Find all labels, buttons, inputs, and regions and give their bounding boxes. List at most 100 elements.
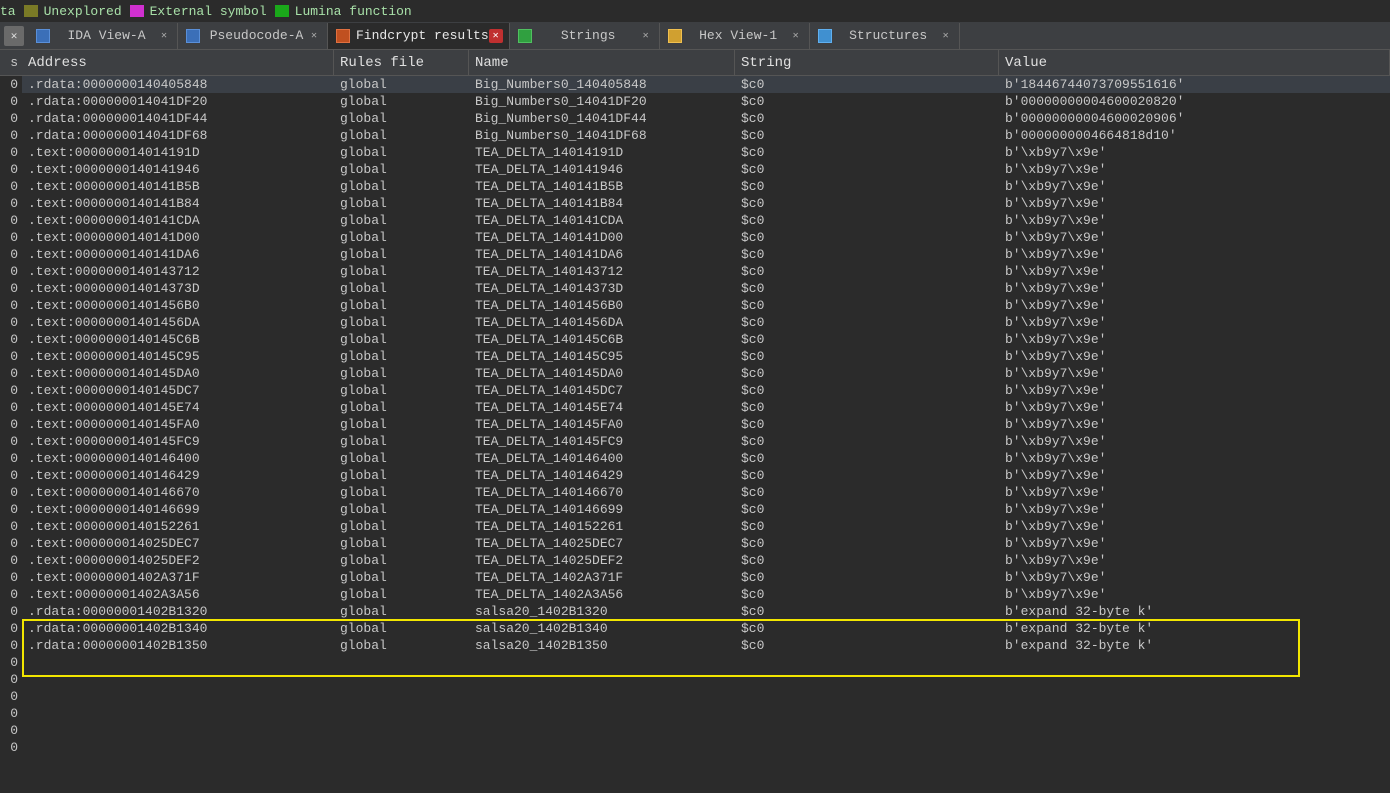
table-row[interactable]: .text:000000014025DEF2globalTEA_DELTA_14…: [22, 552, 1390, 569]
table-row[interactable]: .text:0000000140146429globalTEA_DELTA_14…: [22, 467, 1390, 484]
gutter-cell: 0: [0, 382, 22, 399]
table-row[interactable]: .text:0000000140143712globalTEA_DELTA_14…: [22, 263, 1390, 280]
table-row[interactable]: .text:0000000140145E74globalTEA_DELTA_14…: [22, 399, 1390, 416]
cell-name: TEA_DELTA_14014373D: [469, 280, 735, 297]
tab-close-button[interactable]: ✕: [307, 29, 321, 43]
cell-rules: global: [334, 535, 469, 552]
cell-rules: global: [334, 552, 469, 569]
cell-rules: global: [334, 586, 469, 603]
cell-name: TEA_DELTA_14025DEC7: [469, 535, 735, 552]
tab-ida-view-a[interactable]: IDA View-A✕: [28, 23, 178, 49]
table-row[interactable]: .text:00000001402A3A56globalTEA_DELTA_14…: [22, 586, 1390, 603]
table-row[interactable]: .text:0000000140141CDAglobalTEA_DELTA_14…: [22, 212, 1390, 229]
table-row[interactable]: .rdata:000000014041DF20globalBig_Numbers…: [22, 93, 1390, 110]
column-header-string[interactable]: String: [735, 50, 999, 75]
table-row[interactable]: .text:0000000140141D00globalTEA_DELTA_14…: [22, 229, 1390, 246]
tab-close-button[interactable]: ✕: [789, 29, 803, 43]
table-row[interactable]: .text:0000000140152261globalTEA_DELTA_14…: [22, 518, 1390, 535]
table-row[interactable]: .text:000000014025DEC7globalTEA_DELTA_14…: [22, 535, 1390, 552]
table-row[interactable]: .text:0000000140146699globalTEA_DELTA_14…: [22, 501, 1390, 518]
tab-pseudocode-a[interactable]: Pseudocode-A✕: [178, 23, 328, 49]
legend-item: External symbol: [130, 4, 267, 19]
cell-value: b'\xb9y7\x9e': [999, 467, 1390, 484]
cell-address: .rdata:00000001402B1350: [22, 637, 334, 654]
table-row[interactable]: .text:0000000140145FA0globalTEA_DELTA_14…: [22, 416, 1390, 433]
cell-rules: global: [334, 433, 469, 450]
table-row[interactable]: .rdata:00000001402B1320globalsalsa20_140…: [22, 603, 1390, 620]
cell-value: b'\xb9y7\x9e': [999, 144, 1390, 161]
column-header-value[interactable]: Value: [999, 50, 1390, 75]
cell-address: .text:0000000140141B84: [22, 195, 334, 212]
table-row[interactable]: .text:0000000140146670globalTEA_DELTA_14…: [22, 484, 1390, 501]
table-row[interactable]: .rdata:0000000140405848globalBig_Numbers…: [22, 76, 1390, 93]
gutter-cell: 0: [0, 450, 22, 467]
gutter-cell: 0: [0, 348, 22, 365]
tab-close-button[interactable]: ✕: [157, 29, 171, 43]
table-row[interactable]: .rdata:000000014041DF44globalBig_Numbers…: [22, 110, 1390, 127]
gutter-cell: 0: [0, 144, 22, 161]
tab-structures[interactable]: Structures✕: [810, 23, 960, 49]
cell-value: b'expand 32-byte k': [999, 620, 1390, 637]
legend-label: Lumina function: [295, 4, 412, 19]
tab-close-button[interactable]: ✕: [489, 29, 503, 43]
table-row[interactable]: .text:0000000140145C95globalTEA_DELTA_14…: [22, 348, 1390, 365]
table-row[interactable]: .text:0000000140146400globalTEA_DELTA_14…: [22, 450, 1390, 467]
tab-close-button[interactable]: ✕: [639, 29, 653, 43]
cell-name: TEA_DELTA_1402A3A56: [469, 586, 735, 603]
tab-strings[interactable]: Strings✕: [510, 23, 660, 49]
table-row[interactable]: .text:0000000140145FC9globalTEA_DELTA_14…: [22, 433, 1390, 450]
table-row[interactable]: .text:000000014014373DglobalTEA_DELTA_14…: [22, 280, 1390, 297]
cell-rules: global: [334, 178, 469, 195]
cell-address: .text:000000014014191D: [22, 144, 334, 161]
tab-label: Pseudocode-A: [206, 28, 307, 43]
table-row[interactable]: .rdata:00000001402B1340globalsalsa20_140…: [22, 620, 1390, 637]
column-header-name[interactable]: Name: [469, 50, 735, 75]
cell-address: .text:0000000140152261: [22, 518, 334, 535]
legend-label: External symbol: [150, 4, 267, 19]
table-row[interactable]: .text:0000000140141B5BglobalTEA_DELTA_14…: [22, 178, 1390, 195]
cell-address: .text:0000000140146670: [22, 484, 334, 501]
table-row[interactable]: .text:00000001401456DAglobalTEA_DELTA_14…: [22, 314, 1390, 331]
cell-name: Big_Numbers0_14041DF44: [469, 110, 735, 127]
cell-value: b'\xb9y7\x9e': [999, 195, 1390, 212]
table-row[interactable]: .text:00000001402A371FglobalTEA_DELTA_14…: [22, 569, 1390, 586]
gutter-cell: 0: [0, 637, 22, 654]
tab-findcrypt-results[interactable]: Findcrypt results✕: [328, 23, 510, 49]
table-row[interactable]: .text:0000000140145C6BglobalTEA_DELTA_14…: [22, 331, 1390, 348]
cell-value: b'\xb9y7\x9e': [999, 331, 1390, 348]
gutter-cell: 0: [0, 110, 22, 127]
table-row[interactable]: .text:0000000140141B84globalTEA_DELTA_14…: [22, 195, 1390, 212]
table-row[interactable]: .text:0000000140145DA0globalTEA_DELTA_14…: [22, 365, 1390, 382]
find-icon: [336, 29, 350, 43]
cell-rules: global: [334, 161, 469, 178]
cell-name: TEA_DELTA_140145FA0: [469, 416, 735, 433]
cell-string: $c0: [735, 399, 999, 416]
cell-string: $c0: [735, 127, 999, 144]
table-row[interactable]: .rdata:00000001402B1350globalsalsa20_140…: [22, 637, 1390, 654]
tab-close-button[interactable]: ✕: [939, 29, 953, 43]
panel-close-button[interactable]: ✕: [4, 26, 24, 46]
gutter-cell: 0: [0, 416, 22, 433]
cell-rules: global: [334, 195, 469, 212]
cell-rules: global: [334, 297, 469, 314]
cell-address: .text:00000001402A371F: [22, 569, 334, 586]
cell-name: TEA_DELTA_140145C95: [469, 348, 735, 365]
gutter-cell: 0: [0, 212, 22, 229]
table-row[interactable]: .text:000000014014191DglobalTEA_DELTA_14…: [22, 144, 1390, 161]
table-row[interactable]: .text:0000000140141DA6globalTEA_DELTA_14…: [22, 246, 1390, 263]
cell-address: .text:0000000140141946: [22, 161, 334, 178]
column-header-address[interactable]: Address: [22, 50, 334, 75]
table-row[interactable]: .text:00000001401456B0globalTEA_DELTA_14…: [22, 297, 1390, 314]
cell-name: Big_Numbers0_14041DF20: [469, 93, 735, 110]
table-row[interactable]: .text:0000000140145DC7globalTEA_DELTA_14…: [22, 382, 1390, 399]
cell-name: TEA_DELTA_140141B84: [469, 195, 735, 212]
cell-name: TEA_DELTA_1402A371F: [469, 569, 735, 586]
table-row[interactable]: .text:0000000140141946globalTEA_DELTA_14…: [22, 161, 1390, 178]
cell-address: .text:0000000140146429: [22, 467, 334, 484]
column-header-rules[interactable]: Rules file: [334, 50, 469, 75]
tab-hex-view-1[interactable]: Hex View-1✕: [660, 23, 810, 49]
pseudo-icon: [186, 29, 200, 43]
table-row[interactable]: .rdata:000000014041DF68globalBig_Numbers…: [22, 127, 1390, 144]
cell-address: .text:000000014025DEC7: [22, 535, 334, 552]
cell-rules: global: [334, 263, 469, 280]
